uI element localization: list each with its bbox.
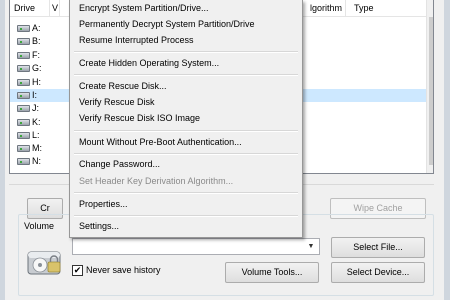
drive-icon: [17, 119, 30, 126]
drive-letter: M:: [32, 143, 42, 153]
menu-item-settings[interactable]: Settings...: [79, 218, 299, 235]
drive-icon: [17, 92, 30, 99]
menu-item-permanently-decrypt[interactable]: Permanently Decrypt System Partition/Dri…: [79, 16, 299, 33]
select-device-button[interactable]: Select Device...: [331, 262, 425, 283]
drive-letter: I:: [32, 90, 38, 100]
menu-separator: [74, 130, 298, 132]
menu-separator: [74, 74, 298, 76]
drive-letter: G:: [32, 63, 42, 73]
menu-item-resume-interrupted[interactable]: Resume Interrupted Process: [79, 32, 299, 49]
drive-letter: A:: [32, 23, 41, 33]
drive-icon: [17, 145, 30, 152]
drive-letter: B:: [32, 36, 41, 46]
scroll-up-arrow-icon[interactable]: ▲: [427, 0, 433, 17]
drive-icon: [17, 79, 30, 86]
drive-letter: L:: [32, 130, 40, 140]
drive-letter: H:: [32, 77, 41, 87]
drive-letter: J:: [32, 103, 40, 113]
menu-separator: [74, 215, 298, 217]
menu-item-verify-rescue-disk[interactable]: Verify Rescue Disk: [79, 94, 299, 111]
window-left-border: [0, 0, 5, 300]
drive-letter: K:: [32, 117, 41, 127]
menu-item-encrypt-system[interactable]: Encrypt System Partition/Drive...: [79, 0, 299, 17]
drive-letter: F:: [32, 50, 40, 60]
menu-item-properties[interactable]: Properties...: [79, 196, 299, 213]
menu-gutter: [70, 0, 74, 237]
scrollbar-thumb[interactable]: [429, 17, 433, 165]
menu-item-verify-rescue-iso[interactable]: Verify Rescue Disk ISO Image: [79, 110, 299, 127]
drive-icon: [17, 52, 30, 59]
system-menu-dropdown: Encrypt System Partition/Drive... Perman…: [69, 0, 303, 238]
never-save-history-label[interactable]: Never save history: [86, 264, 161, 277]
drive-letter: N:: [32, 156, 41, 166]
volume-path-combobox[interactable]: ▼: [72, 238, 320, 255]
drive-list-scrollbar[interactable]: ▲: [426, 0, 433, 173]
drive-icon: [17, 158, 30, 165]
column-header-drive[interactable]: Drive: [10, 0, 50, 17]
column-header-algorithm[interactable]: lgorithm: [310, 0, 346, 17]
menu-separator: [74, 192, 298, 194]
never-save-history-checkbox[interactable]: ✔: [72, 265, 83, 276]
column-header-type[interactable]: Type: [346, 0, 433, 17]
drive-icon: [17, 25, 30, 32]
menu-item-change-password[interactable]: Change Password...: [79, 156, 299, 173]
chevron-down-icon[interactable]: ▼: [305, 241, 317, 253]
drive-icon: [17, 65, 30, 72]
volume-tools-button[interactable]: Volume Tools...: [225, 262, 319, 283]
window-right-border: [444, 0, 450, 300]
menu-item-set-header-key-algorithm[interactable]: Set Header Key Derivation Algorithm...: [79, 173, 299, 190]
menu-item-mount-without-preboot[interactable]: Mount Without Pre-Boot Authentication...: [79, 134, 299, 151]
drive-icon: [17, 38, 30, 45]
menu-item-create-rescue-disk[interactable]: Create Rescue Disk...: [79, 78, 299, 95]
drive-icon: [17, 105, 30, 112]
volume-group-label: Volume: [22, 221, 57, 232]
select-file-button[interactable]: Select File...: [331, 237, 425, 258]
menu-separator: [74, 153, 298, 155]
column-header-volume[interactable]: V: [50, 0, 60, 17]
menu-item-create-hidden-os[interactable]: Create Hidden Operating System...: [79, 55, 299, 72]
hard-disk-icon: [27, 251, 61, 275]
drive-icon: [17, 132, 30, 139]
menu-separator: [74, 51, 298, 53]
